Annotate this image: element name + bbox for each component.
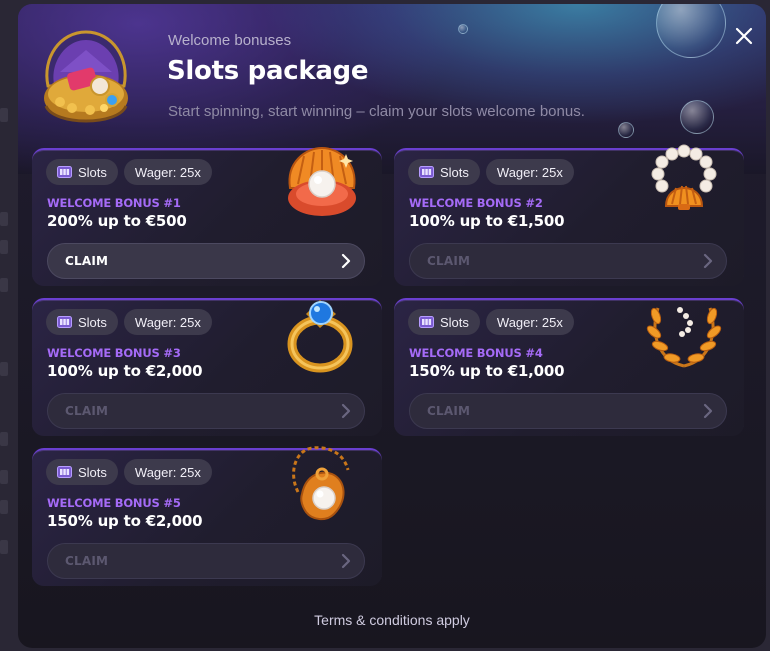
claim-label: CLAIM [427, 254, 471, 268]
treasure-chest-icon [44, 30, 128, 123]
slots-tag: Slots [46, 459, 118, 485]
claim-button[interactable]: CLAIM [47, 543, 365, 579]
wager-tag: Wager: 25x [485, 309, 574, 335]
bonus-card-3: Slots Wager: 25x WELCOME BONUS #3 100% u… [32, 298, 382, 436]
chevron-right-icon [341, 553, 351, 569]
bonus-amount: 100% up to €2,000 [47, 362, 203, 380]
slots-tag-label: Slots [78, 464, 107, 480]
slots-tag-label: Slots [440, 164, 469, 180]
claim-button[interactable]: CLAIM [409, 393, 727, 429]
bonus-label: WELCOME BONUS #1 [47, 196, 181, 210]
chevron-right-icon [341, 403, 351, 419]
claim-label: CLAIM [65, 554, 109, 568]
slot-machine-icon [57, 166, 72, 178]
claim-button[interactable]: CLAIM [47, 243, 365, 279]
slots-tag: Slots [408, 309, 480, 335]
backdrop-fragment [0, 278, 8, 292]
bonus-card-5: Slots Wager: 25x WELCOME BONUS #5 150% u… [32, 446, 382, 586]
wager-tag: Wager: 25x [123, 159, 212, 185]
bonus-amount: 200% up to €500 [47, 212, 187, 230]
claim-button[interactable]: CLAIM [409, 243, 727, 279]
bonus-card-4: Slots Wager: 25x WELCOME BONUS #4 150% u… [394, 298, 744, 436]
bonus-card-2: Slots Wager: 25x WELCOME BONUS #2 100% u… [394, 144, 744, 286]
bonus-label: WELCOME BONUS #3 [47, 346, 181, 360]
slot-machine-icon [57, 316, 72, 328]
pearl-necklace-icon [651, 144, 717, 210]
pearl-pendant-icon [292, 446, 350, 520]
slots-tag-label: Slots [78, 314, 107, 330]
claim-label: CLAIM [65, 404, 109, 418]
backdrop-fragment [0, 362, 8, 376]
slots-package-modal: Welcome bonuses Slots package Start spin… [18, 4, 766, 648]
wager-tag: Wager: 25x [123, 309, 212, 335]
bubble-decoration [656, 4, 726, 58]
wager-tag: Wager: 25x [485, 159, 574, 185]
bonus-label: WELCOME BONUS #2 [409, 196, 543, 210]
bubble-decoration [458, 24, 468, 34]
chevron-right-icon [341, 253, 351, 269]
sapphire-ring-icon [287, 300, 353, 373]
backdrop-fragment [0, 240, 8, 254]
bubble-decoration [618, 122, 634, 138]
claim-button[interactable]: CLAIM [47, 393, 365, 429]
chevron-right-icon [703, 253, 713, 269]
bonus-amount: 150% up to €1,000 [409, 362, 565, 380]
terms-link[interactable]: Terms & conditions apply [18, 612, 766, 628]
backdrop-fragment [0, 108, 8, 122]
claim-label: CLAIM [65, 254, 109, 268]
pearl-shell-icon [288, 146, 356, 216]
slot-machine-icon [419, 166, 434, 178]
bonus-label: WELCOME BONUS #4 [409, 346, 543, 360]
modal-description: Start spinning, start winning – claim yo… [168, 103, 585, 120]
slot-machine-icon [57, 466, 72, 478]
bubble-decoration [680, 100, 714, 134]
slots-tag: Slots [408, 159, 480, 185]
backdrop-fragment [0, 500, 8, 514]
modal-subtitle: Welcome bonuses [168, 32, 292, 49]
slot-machine-icon [419, 316, 434, 328]
bonus-amount: 150% up to €2,000 [47, 512, 203, 530]
modal-title: Slots package [167, 56, 369, 86]
backdrop-fragment [0, 540, 8, 554]
slots-tag-label: Slots [440, 314, 469, 330]
bonus-card-1: Slots Wager: 25x WELCOME BONUS #1 200% u… [32, 146, 382, 286]
slots-tag: Slots [46, 309, 118, 335]
bonus-amount: 100% up to €1,500 [409, 212, 565, 230]
bonus-label: WELCOME BONUS #5 [47, 496, 181, 510]
close-icon [735, 27, 753, 45]
backdrop-fragment [0, 212, 8, 226]
slots-tag: Slots [46, 159, 118, 185]
backdrop-fragment [0, 432, 8, 446]
laurel-wreath-icon [646, 307, 722, 368]
chevron-right-icon [703, 403, 713, 419]
backdrop-fragment [0, 470, 8, 484]
wager-tag: Wager: 25x [123, 459, 212, 485]
slots-tag-label: Slots [78, 164, 107, 180]
close-button[interactable] [732, 24, 756, 48]
claim-label: CLAIM [427, 404, 471, 418]
